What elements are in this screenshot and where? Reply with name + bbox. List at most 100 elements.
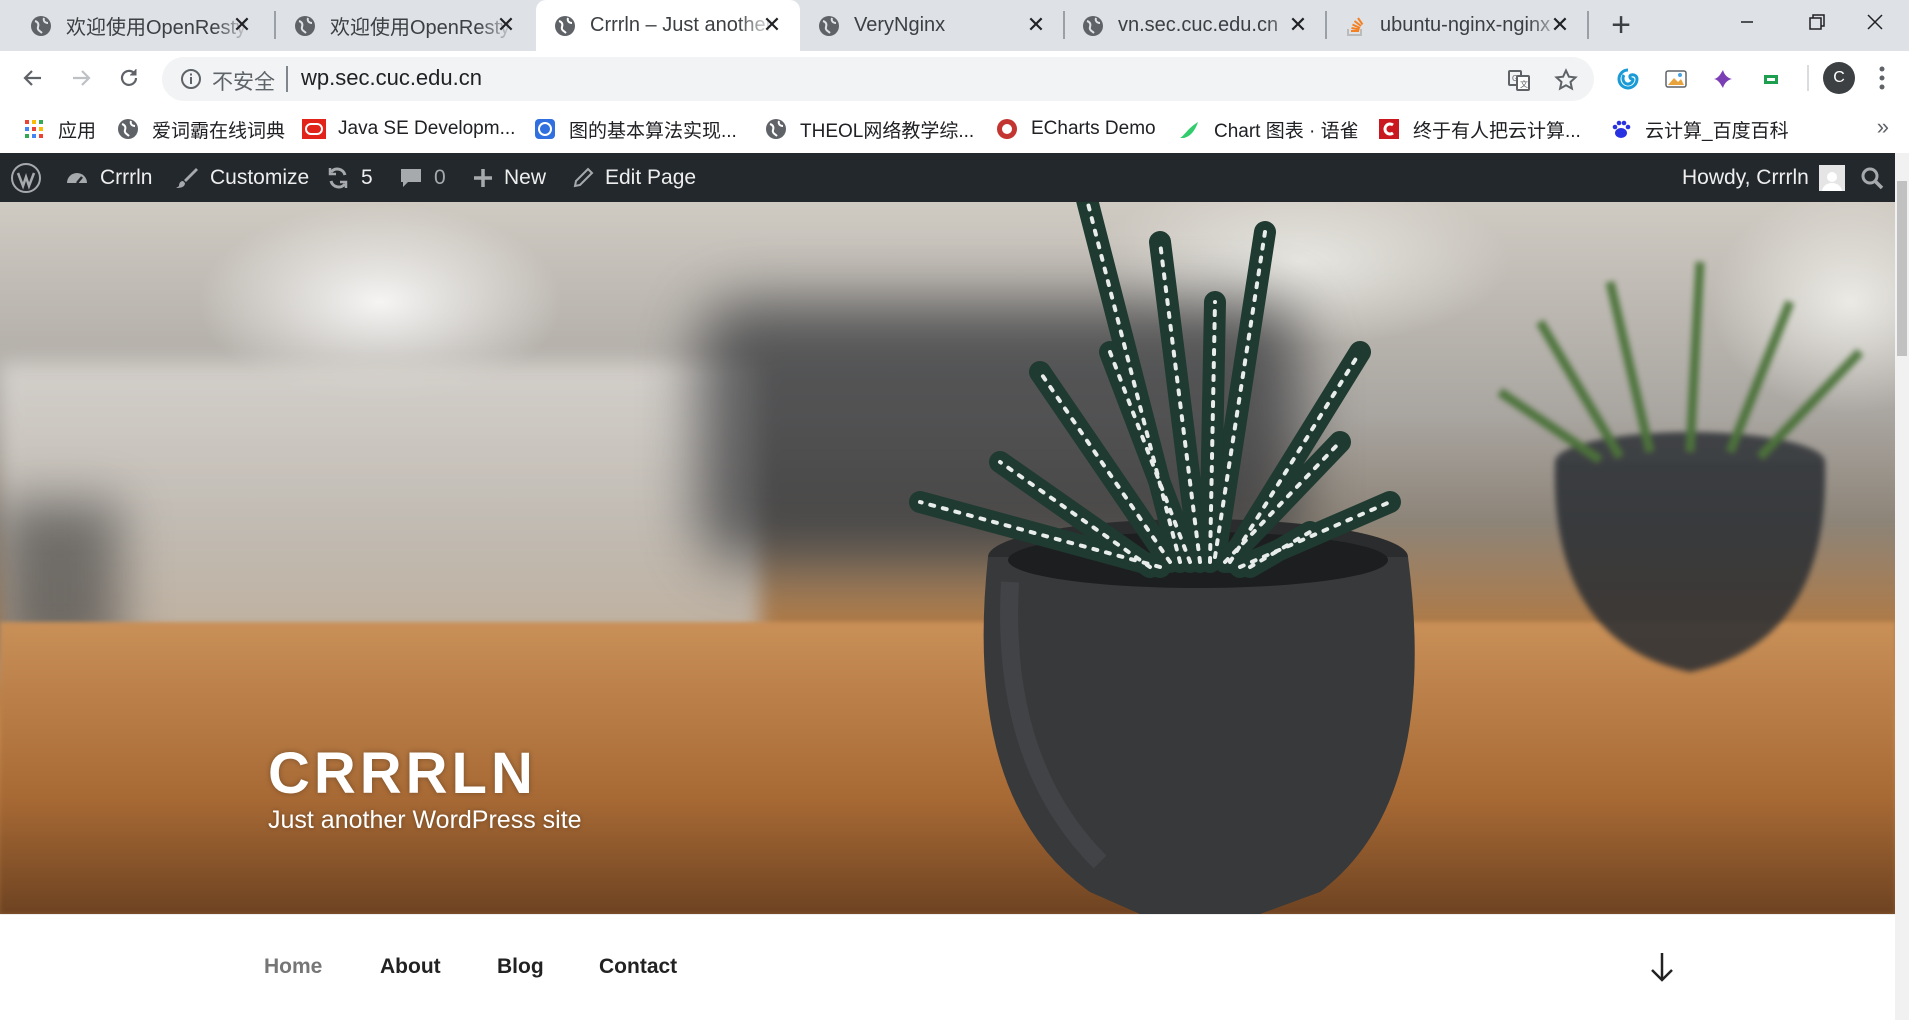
kebab-menu-icon[interactable] [1874,64,1890,92]
purple-extension-icon[interactable] [1709,65,1737,93]
comment-bubble-icon [398,165,424,191]
globe-icon [294,15,316,37]
close-icon[interactable]: ✕ [230,13,254,37]
tab-openresty-2[interactable]: 欢迎使用OpenResty ✕ [264,0,534,51]
admin-new[interactable]: New [472,153,546,202]
back-arrow-icon[interactable] [14,59,52,97]
admin-customize[interactable]: Customize [174,153,309,202]
yuque-icon [1178,117,1202,141]
close-icon[interactable]: ✕ [1024,13,1048,37]
admin-site-menu[interactable]: Crrrln [64,153,153,202]
tab-title: VeryNginx [854,14,946,36]
tab-crrrln-active[interactable]: Crrrln – Just another WordPress site ✕ [536,0,800,51]
tab-verynginx[interactable]: VeryNginx ✕ [800,0,1064,51]
star-icon[interactable] [1552,66,1580,94]
nav-blog[interactable]: Blog [497,955,544,979]
admin-updates-count: 5 [361,165,373,189]
address-bar[interactable]: 不安全 wp.sec.cuc.edu.cn G文 [162,57,1594,101]
image-extension-icon[interactable] [1662,65,1690,93]
tab-title: 欢迎使用OpenResty [66,17,247,39]
globe-icon [116,117,140,141]
svg-text:文: 文 [1520,79,1528,89]
bookmark-baidu[interactable]: 云计算_百度百科 [1609,115,1789,143]
pencil-icon [571,166,595,190]
admin-comments[interactable]: 0 [398,153,446,202]
arrow-down-icon[interactable] [1648,951,1676,988]
tab-ubuntu-nginx[interactable]: ubuntu-nginx-nginx ✕ [1326,0,1588,51]
profile-avatar[interactable]: C [1823,62,1855,94]
wp-admin-bar: Crrrln Customize 5 0 New Edit Page Howdy… [0,153,1895,202]
bookmark-label: 终于有人把云计算... [1413,120,1581,142]
globe-icon [764,117,788,141]
divider [286,66,288,92]
nav-contact[interactable]: Contact [599,955,677,979]
close-icon[interactable]: ✕ [1286,13,1310,37]
security-label[interactable]: 不安全 [212,66,275,96]
globe-icon [30,15,52,37]
edge-extension-icon[interactable] [1614,65,1642,93]
tab-title: vn.sec.cuc.edu.cn [1118,14,1279,36]
url-text[interactable]: wp.sec.cuc.edu.cn [301,65,482,91]
oracle-icon [302,117,326,141]
bookmarks-overflow-button[interactable]: » [1877,114,1889,140]
site-title[interactable]: CRRRLN [268,740,537,807]
new-tab-button[interactable]: + [1603,8,1639,44]
window-close-icon[interactable] [1840,0,1909,44]
admin-customize-label: Customize [210,165,310,189]
bookmark-graph-algo[interactable]: 图的基本算法实现... [533,115,737,143]
info-icon[interactable] [180,68,202,95]
hero-header-image: CRRRLN Just another WordPress site [0,202,1895,914]
bookmark-label: ECharts Demo [1031,118,1156,139]
globe-icon [818,15,840,37]
forward-arrow-icon[interactable] [62,59,100,97]
svg-text:G: G [1512,74,1518,83]
toolbar-divider [1807,65,1809,91]
admin-new-label: New [504,165,547,189]
nav-about[interactable]: About [380,955,441,979]
admin-edit-page[interactable]: Edit Page [571,153,696,202]
page-scrollbar[interactable] [1895,153,1909,1020]
bookmark-label: THEOL网络教学综... [800,120,975,142]
bookmark-yuque[interactable]: Chart 图表 · 语雀 [1178,115,1359,143]
admin-account[interactable]: Howdy, Crrrln [1682,153,1845,202]
minimize-icon[interactable] [1712,0,1782,44]
close-icon[interactable]: ✕ [1548,13,1572,37]
avatar [1818,164,1845,191]
search-icon[interactable] [1860,153,1884,202]
bookmark-echarts[interactable]: ECharts Demo [995,115,1156,143]
reload-icon[interactable] [110,59,148,97]
tab-vn-sec[interactable]: vn.sec.cuc.edu.cn ✕ [1064,0,1326,51]
apps-grid-icon [22,117,46,141]
plus-icon [472,167,494,189]
bookmark-iciba[interactable]: 爱词霸在线词典 [116,115,285,143]
bookmark-label: Java SE Developm... [338,118,516,139]
nav-home[interactable]: Home [264,955,322,979]
blue-logo-icon [533,117,557,141]
green-extension-icon[interactable] [1757,65,1785,93]
site-navigation: Home About Blog Contact [0,914,1895,1021]
baidu-paw-icon [1609,117,1633,141]
bookmark-csdn[interactable]: 终于有人把云计算... [1377,115,1581,143]
close-icon[interactable]: ✕ [760,13,784,37]
dashboard-icon [64,165,90,191]
bookmark-apps[interactable]: 应用 [22,115,96,143]
csdn-icon [1377,117,1401,141]
bookmark-label: 图的基本算法实现... [569,120,737,142]
tab-openresty-1[interactable]: 欢迎使用OpenResty ✕ [0,0,270,51]
stackoverflow-icon [1344,15,1366,37]
bookmark-label: 云计算_百度百科 [1645,120,1789,142]
howdy-text: Howdy, Crrrln [1682,165,1809,189]
browser-toolbar: 不安全 wp.sec.cuc.edu.cn G文 C [0,51,1909,105]
admin-updates[interactable]: 5 [325,153,373,202]
scrollbar-thumb[interactable] [1897,181,1907,356]
paintbrush-icon [174,165,200,191]
globe-icon [1082,15,1104,37]
echarts-icon [995,117,1019,141]
admin-site-name: Crrrln [100,165,153,189]
translate-icon[interactable]: G文 [1505,66,1533,94]
close-icon[interactable]: ✕ [494,13,518,37]
wordpress-logo-icon[interactable] [10,153,42,202]
bookmark-theol[interactable]: THEOL网络教学综... [764,115,974,143]
bookmark-java-se[interactable]: Java SE Developm... [302,115,515,143]
globe-icon [554,15,576,37]
